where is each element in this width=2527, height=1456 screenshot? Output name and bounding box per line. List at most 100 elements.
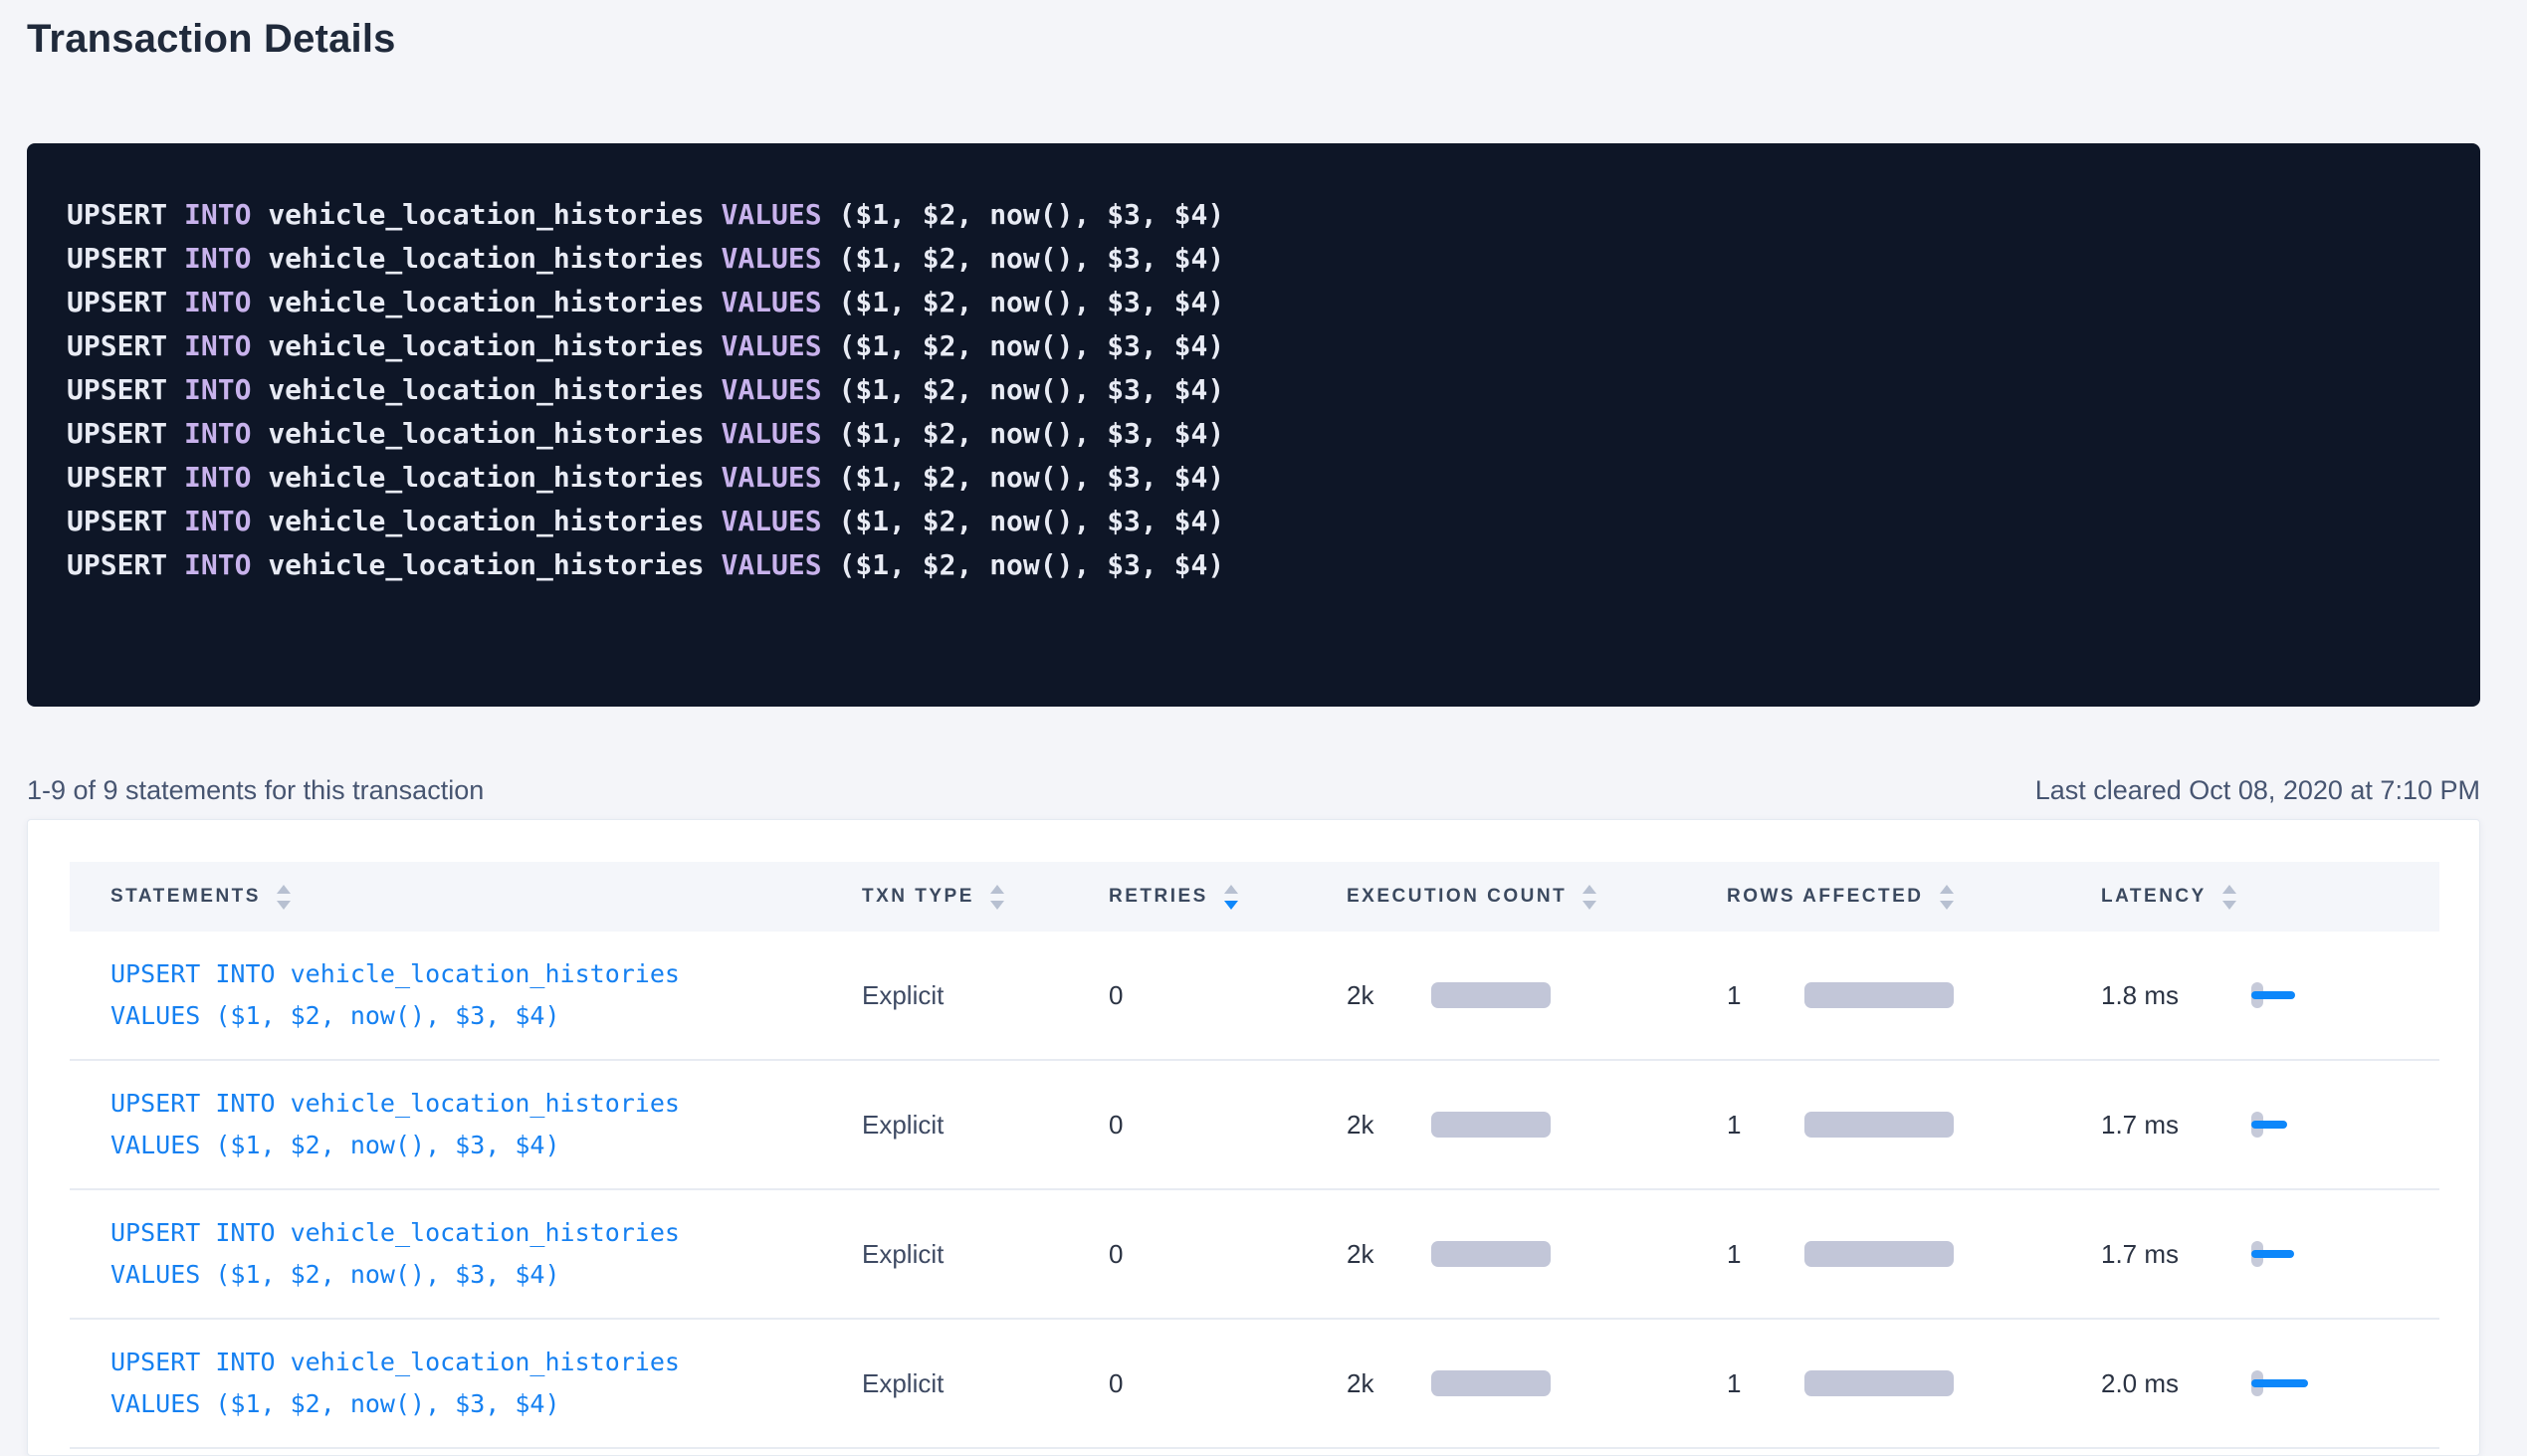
sql-statement-line: UPSERT INTO vehicle_location_histories V… <box>67 281 2440 324</box>
retries-cell: 0 <box>1109 1110 1347 1141</box>
statement-link[interactable]: UPSERT INTO vehicle_location_histories V… <box>110 1083 862 1166</box>
sql-text: UPSERT <box>67 198 184 231</box>
statement-cell: UPSERT INTO vehicle_location_histories V… <box>70 1342 862 1425</box>
column-header-label: RETRIES <box>1109 886 1208 908</box>
sql-statement-line: UPSERT INTO vehicle_location_histories V… <box>67 368 2440 412</box>
latency-bar <box>2251 991 2295 999</box>
rows-affected-value: 1 <box>1727 1239 1804 1270</box>
sql-table-name: vehicle_location_histories <box>268 242 721 275</box>
statement-cell: UPSERT INTO vehicle_location_histories V… <box>70 1083 862 1166</box>
sql-statement-line: UPSERT INTO vehicle_location_histories V… <box>67 193 2440 237</box>
txn-type-cell: Explicit <box>862 1368 1109 1399</box>
sort-ascending-icon <box>1582 885 1596 894</box>
sort-ascending-icon <box>2222 885 2236 894</box>
latency-chart <box>2251 1370 2371 1396</box>
column-header-label: TXN TYPE <box>862 886 974 908</box>
sql-statement-line: UPSERT INTO vehicle_location_histories V… <box>67 500 2440 543</box>
sql-args: ($1, $2, now(), $3, $4) <box>838 417 1224 450</box>
execution-count-value: 2k <box>1347 1239 1431 1270</box>
execution-count-value: 2k <box>1347 1110 1431 1141</box>
sort-icons <box>1940 885 1954 910</box>
statement-line-1: UPSERT INTO vehicle_location_histories <box>110 1212 862 1254</box>
rows-affected-bar <box>1804 1370 1954 1396</box>
statement-link[interactable]: UPSERT INTO vehicle_location_histories V… <box>110 953 862 1037</box>
latency-value: 1.7 ms <box>2101 1239 2251 1270</box>
rows-affected-bar <box>1804 1112 1954 1138</box>
execution-count-cell: 2k <box>1347 1368 1727 1399</box>
sql-text: UPSERT <box>67 548 184 581</box>
latency-chart <box>2251 1112 2371 1138</box>
sql-keyword: VALUES <box>721 373 838 406</box>
column-header-rows-affected[interactable]: ROWS AFFECTED <box>1727 885 2101 910</box>
column-header-txn-type[interactable]: TXN TYPE <box>862 885 1109 910</box>
sql-statement-line: UPSERT INTO vehicle_location_histories V… <box>67 324 2440 368</box>
statement-cell: UPSERT INTO vehicle_location_histories V… <box>70 953 862 1037</box>
statement-line-2: VALUES ($1, $2, now(), $3, $4) <box>110 1383 862 1425</box>
page-title: Transaction Details <box>27 12 2480 66</box>
sort-icons <box>990 885 1004 910</box>
sql-keyword: INTO <box>184 373 268 406</box>
statements-summary: 1-9 of 9 statements for this transaction <box>27 774 484 806</box>
rows-affected-bar <box>1804 1241 1954 1267</box>
statement-link[interactable]: UPSERT INTO vehicle_location_histories V… <box>110 1342 862 1425</box>
latency-bar <box>2251 1379 2308 1387</box>
statement-link[interactable]: UPSERT INTO vehicle_location_histories V… <box>110 1212 862 1296</box>
column-header-label: ROWS AFFECTED <box>1727 886 1924 908</box>
sql-keyword: INTO <box>184 198 268 231</box>
sql-text: UPSERT <box>67 461 184 494</box>
latency-cell: 1.8 ms <box>2101 980 2439 1011</box>
latency-cell: 1.7 ms <box>2101 1239 2439 1270</box>
execution-count-cell: 2k <box>1347 1239 1727 1270</box>
latency-value: 2.0 ms <box>2101 1368 2251 1399</box>
sql-args: ($1, $2, now(), $3, $4) <box>838 286 1224 318</box>
execution-count-value: 2k <box>1347 980 1431 1011</box>
execution-count-cell: 2k <box>1347 980 1727 1011</box>
sql-keyword: INTO <box>184 505 268 537</box>
column-header-label: LATENCY <box>2101 886 2207 908</box>
latency-value: 1.8 ms <box>2101 980 2251 1011</box>
sort-descending-icon <box>1224 901 1238 910</box>
column-header-execution-count[interactable]: EXECUTION COUNT <box>1347 885 1727 910</box>
sql-table-name: vehicle_location_histories <box>268 461 721 494</box>
sql-args: ($1, $2, now(), $3, $4) <box>838 373 1224 406</box>
sql-table-name: vehicle_location_histories <box>268 198 721 231</box>
execution-count-value: 2k <box>1347 1368 1431 1399</box>
rows-affected-cell: 1 <box>1727 980 2101 1011</box>
table-row: UPSERT INTO vehicle_location_histories V… <box>70 1190 2439 1320</box>
sql-table-name: vehicle_location_histories <box>268 417 721 450</box>
statement-line-1: UPSERT INTO vehicle_location_histories <box>110 1083 862 1125</box>
sql-args: ($1, $2, now(), $3, $4) <box>838 505 1224 537</box>
retries-cell: 0 <box>1109 980 1347 1011</box>
statements-table-card: STATEMENTS TXN TYPE RETRIES EXECUTION CO… <box>27 819 2480 1456</box>
rows-affected-cell: 1 <box>1727 1368 2101 1399</box>
sort-icons <box>1582 885 1596 910</box>
sql-table-name: vehicle_location_histories <box>268 329 721 362</box>
latency-chart <box>2251 1241 2371 1267</box>
sort-descending-icon <box>277 901 291 910</box>
rows-affected-cell: 1 <box>1727 1239 2101 1270</box>
sql-text: UPSERT <box>67 505 184 537</box>
sql-args: ($1, $2, now(), $3, $4) <box>838 548 1224 581</box>
column-header-retries[interactable]: RETRIES <box>1109 885 1347 910</box>
sort-icons <box>2222 885 2236 910</box>
statement-line-2: VALUES ($1, $2, now(), $3, $4) <box>110 1125 862 1166</box>
sql-keyword: INTO <box>184 242 268 275</box>
sql-table-name: vehicle_location_histories <box>268 286 721 318</box>
sql-keyword: VALUES <box>721 417 838 450</box>
column-header-label: STATEMENTS <box>110 886 261 908</box>
rows-affected-value: 1 <box>1727 1110 1804 1141</box>
sort-ascending-icon <box>990 885 1004 894</box>
execution-count-cell: 2k <box>1347 1110 1727 1141</box>
sort-descending-icon <box>1940 901 1954 910</box>
sql-text: UPSERT <box>67 242 184 275</box>
sort-ascending-icon <box>1940 885 1954 894</box>
sql-keyword: INTO <box>184 329 268 362</box>
transaction-details-page: Transaction Details UPSERT INTO vehicle_… <box>0 0 2527 1456</box>
sql-keyword: VALUES <box>721 548 838 581</box>
sql-keyword: VALUES <box>721 286 838 318</box>
latency-chart <box>2251 982 2371 1008</box>
column-header-latency[interactable]: LATENCY <box>2101 885 2439 910</box>
execution-count-bar <box>1431 1370 1551 1396</box>
column-header-statements[interactable]: STATEMENTS <box>70 885 862 910</box>
sql-keyword: INTO <box>184 461 268 494</box>
